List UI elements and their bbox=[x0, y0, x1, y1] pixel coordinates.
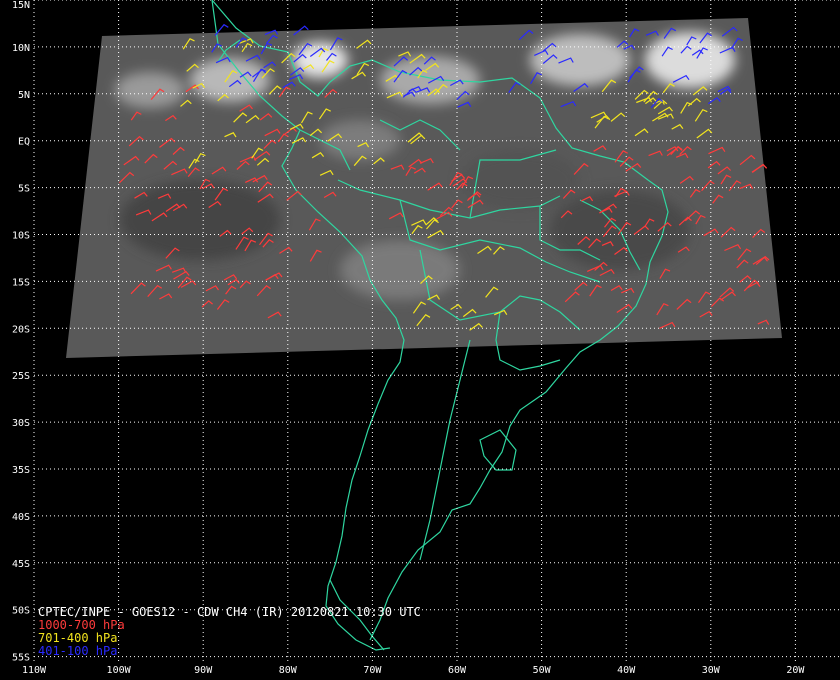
lat-label: 50S bbox=[12, 606, 30, 617]
lat-label: 15N bbox=[12, 0, 30, 11]
lat-label: 20S bbox=[12, 324, 30, 335]
lon-label: 100W bbox=[107, 665, 132, 676]
lon-label: 20W bbox=[786, 665, 805, 676]
map-title: CPTEC/INPE - GOES12 - CDW CH4 (IR) 20120… bbox=[38, 605, 421, 619]
lon-label: 50W bbox=[533, 665, 552, 676]
lon-label: 80W bbox=[279, 665, 298, 676]
legend-mid-level: 701-400 hPa bbox=[38, 631, 117, 645]
lon-label: 110W bbox=[22, 665, 47, 676]
lon-label: 70W bbox=[363, 665, 382, 676]
satellite-wind-map: 15N 10N 5N EQ 5S 10S 15S 20S 25S 30S 35S 40S 45S 50S 5… bbox=[0, 0, 840, 680]
lat-label: 45S bbox=[12, 559, 30, 570]
lat-label: 5N bbox=[18, 90, 30, 101]
lat-label: 10S bbox=[12, 231, 30, 242]
lat-label: 15S bbox=[12, 277, 30, 288]
lat-label: 55S bbox=[12, 653, 30, 664]
legend-low-level: 1000-700 hPa bbox=[38, 618, 125, 632]
lon-label: 30W bbox=[702, 665, 721, 676]
lat-label: 40S bbox=[12, 512, 30, 523]
lon-label: 60W bbox=[448, 665, 467, 676]
lat-label: 30S bbox=[12, 418, 30, 429]
lat-label: 35S bbox=[12, 465, 30, 476]
lon-label: 90W bbox=[194, 665, 213, 676]
lat-label: 5S bbox=[18, 184, 30, 195]
lon-label: 40W bbox=[617, 665, 636, 676]
lat-label: EQ bbox=[18, 137, 30, 148]
lat-label: 25S bbox=[12, 371, 30, 382]
lat-label: 10N bbox=[12, 43, 30, 54]
legend-high-level: 401-100 hPa bbox=[38, 644, 117, 658]
